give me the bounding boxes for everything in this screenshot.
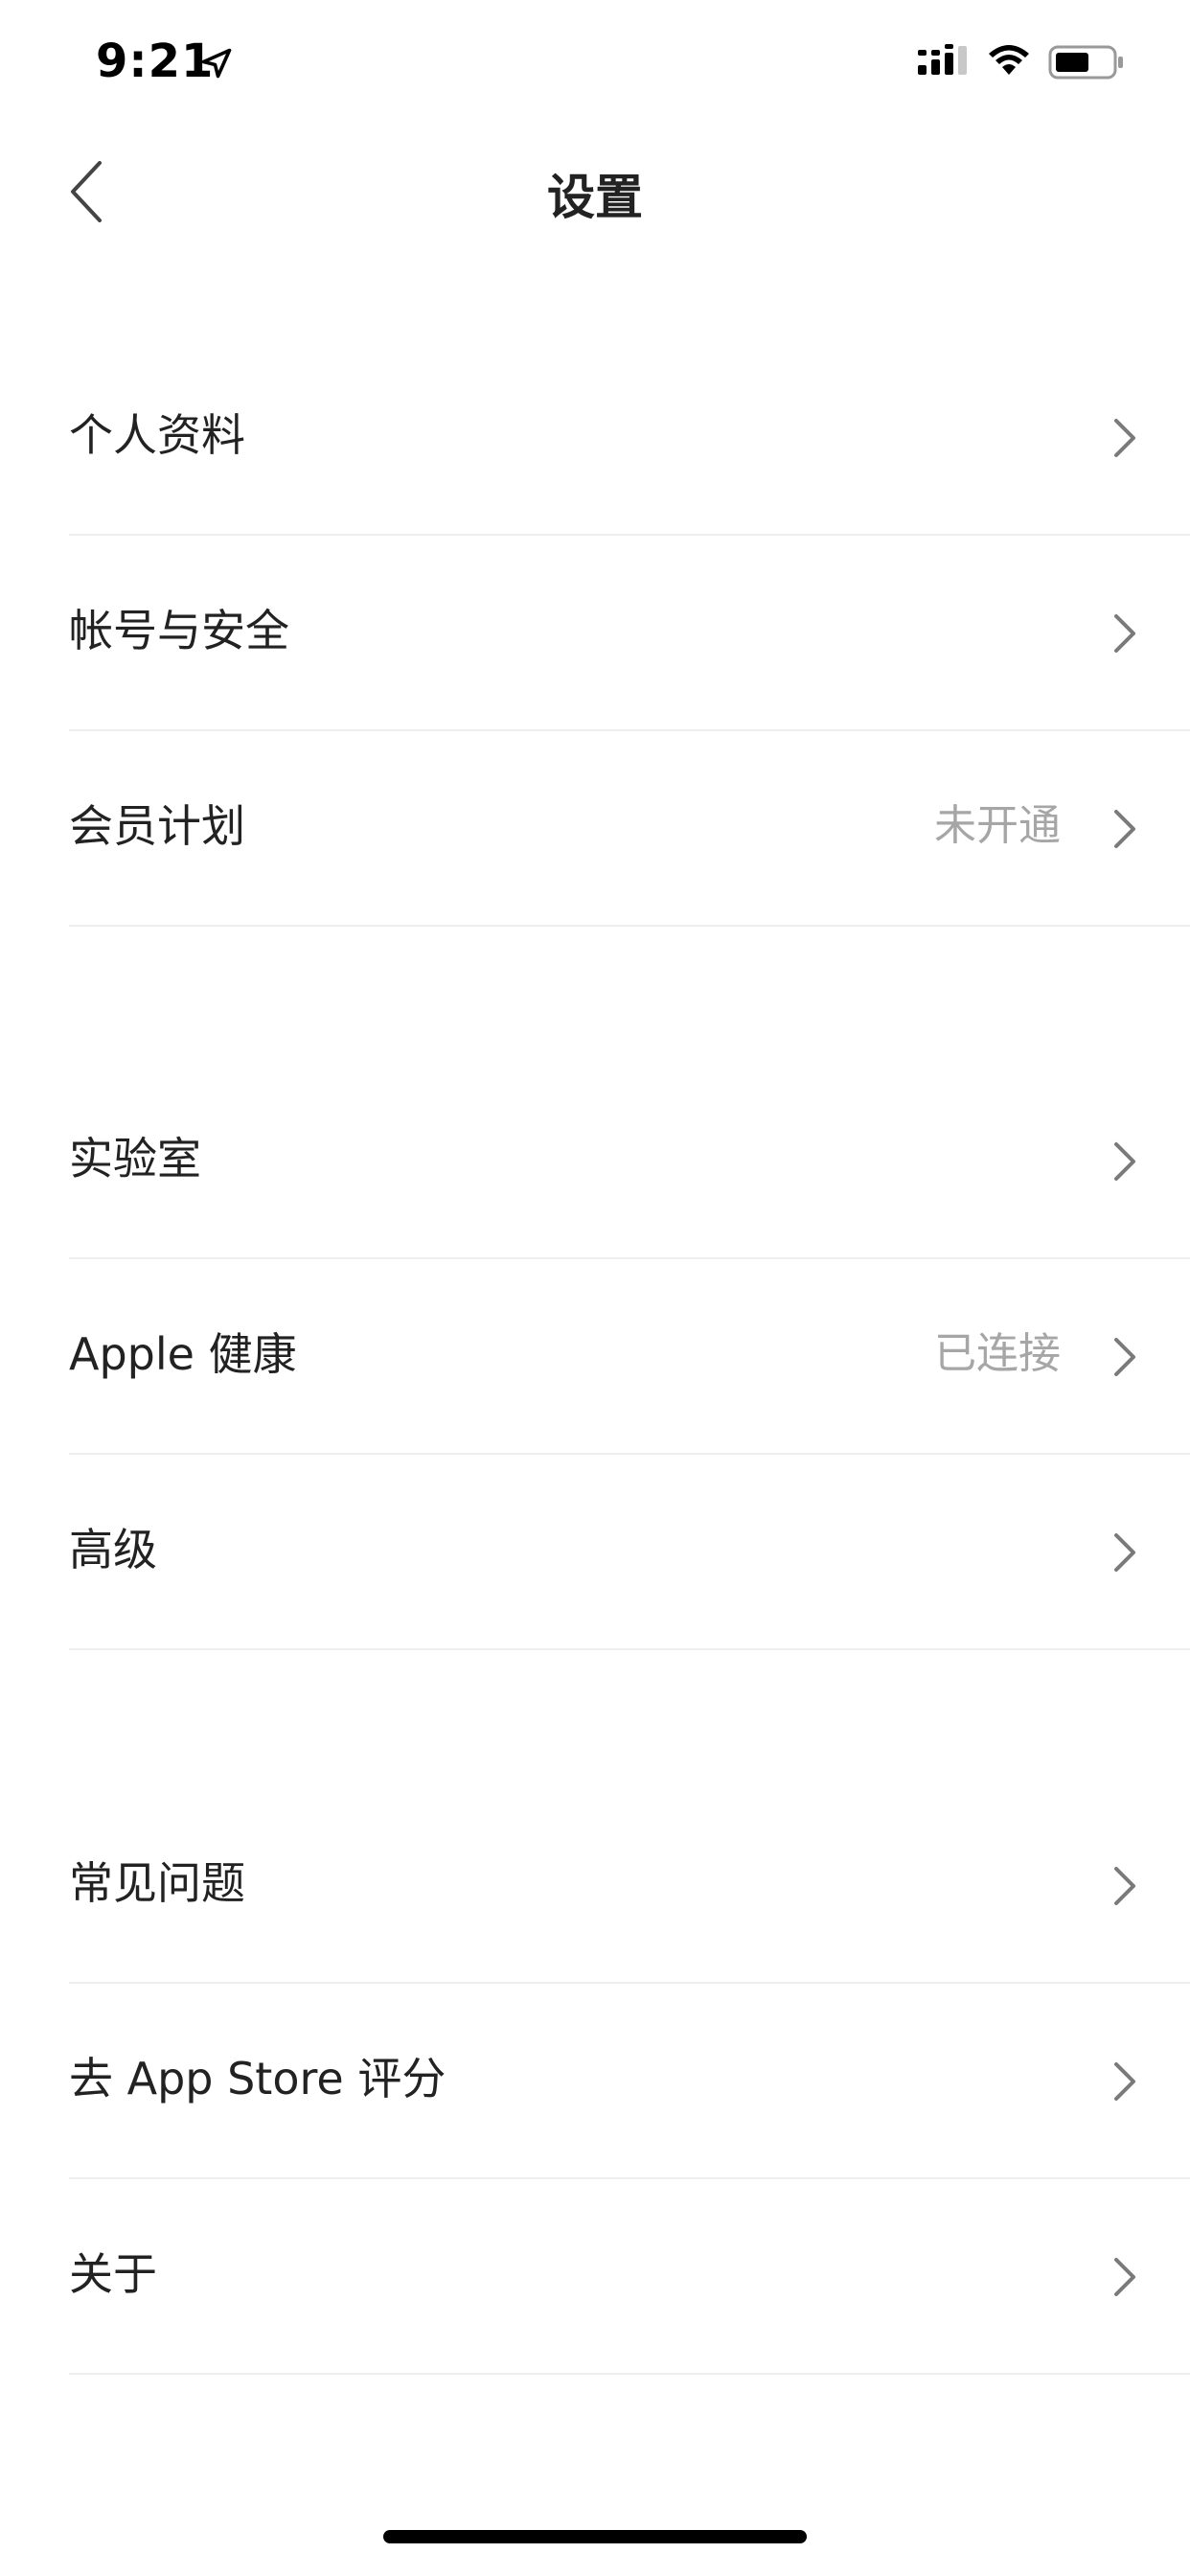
settings-group-features: 实验室 Apple 健康 已连接 高级: [0, 1064, 1190, 1650]
settings-item-lab[interactable]: 实验室: [69, 1064, 1190, 1259]
chevron-right-icon: [1114, 1533, 1135, 1572]
settings-item-label: 实验室: [69, 1133, 201, 1184]
chevron-right-icon: [1114, 2258, 1135, 2296]
status-bar: 9:21: [0, 0, 1190, 126]
settings-item-label: 去 App Store 评分: [69, 2053, 446, 2104]
page-title: 设置: [547, 170, 643, 225]
chevron-right-icon: [1114, 614, 1135, 653]
settings-item-membership[interactable]: 会员计划 未开通: [69, 731, 1190, 927]
settings-item-rate-app-store[interactable]: 去 App Store 评分: [69, 1984, 1190, 2179]
settings-item-label: 个人资料: [69, 409, 245, 461]
location-arrow-icon: [201, 48, 232, 79]
apple-health-status: 已连接: [934, 1329, 1061, 1378]
settings-item-label: 帐号与安全: [69, 605, 289, 656]
settings-item-advanced[interactable]: 高级: [69, 1455, 1190, 1650]
settings-item-about[interactable]: 关于: [69, 2179, 1190, 2375]
settings-item-account-security[interactable]: 帐号与安全: [69, 536, 1190, 731]
settings-group-account: 个人资料 帐号与安全 会员计划 未开通: [0, 340, 1190, 927]
membership-status: 未开通: [934, 801, 1061, 850]
settings-item-label: Apple 健康: [69, 1328, 297, 1380]
status-time: 9:21: [96, 34, 215, 88]
home-indicator[interactable]: [383, 2530, 807, 2543]
settings-item-label: 会员计划: [69, 800, 245, 852]
settings-item-faq[interactable]: 常见问题: [69, 1788, 1190, 1984]
cellular-signal-icon: [918, 44, 967, 75]
chevron-right-icon: [1114, 1142, 1135, 1181]
chevron-right-icon: [1114, 810, 1135, 848]
settings-item-label: 关于: [69, 2248, 157, 2300]
navigation-bar: 设置: [0, 126, 1190, 253]
settings-item-apple-health[interactable]: Apple 健康 已连接: [69, 1259, 1190, 1455]
settings-item-profile[interactable]: 个人资料: [69, 340, 1190, 536]
chevron-right-icon: [1114, 1338, 1135, 1376]
battery-icon: [1048, 45, 1123, 80]
chevron-right-icon: [1114, 1867, 1135, 1905]
settings-item-label: 常见问题: [69, 1857, 245, 1909]
settings-group-support: 常见问题 去 App Store 评分 关于: [0, 1788, 1190, 2375]
settings-item-label: 高级: [69, 1524, 157, 1576]
chevron-right-icon: [1114, 419, 1135, 457]
wifi-icon: [989, 45, 1029, 75]
chevron-right-icon: [1114, 2062, 1135, 2101]
